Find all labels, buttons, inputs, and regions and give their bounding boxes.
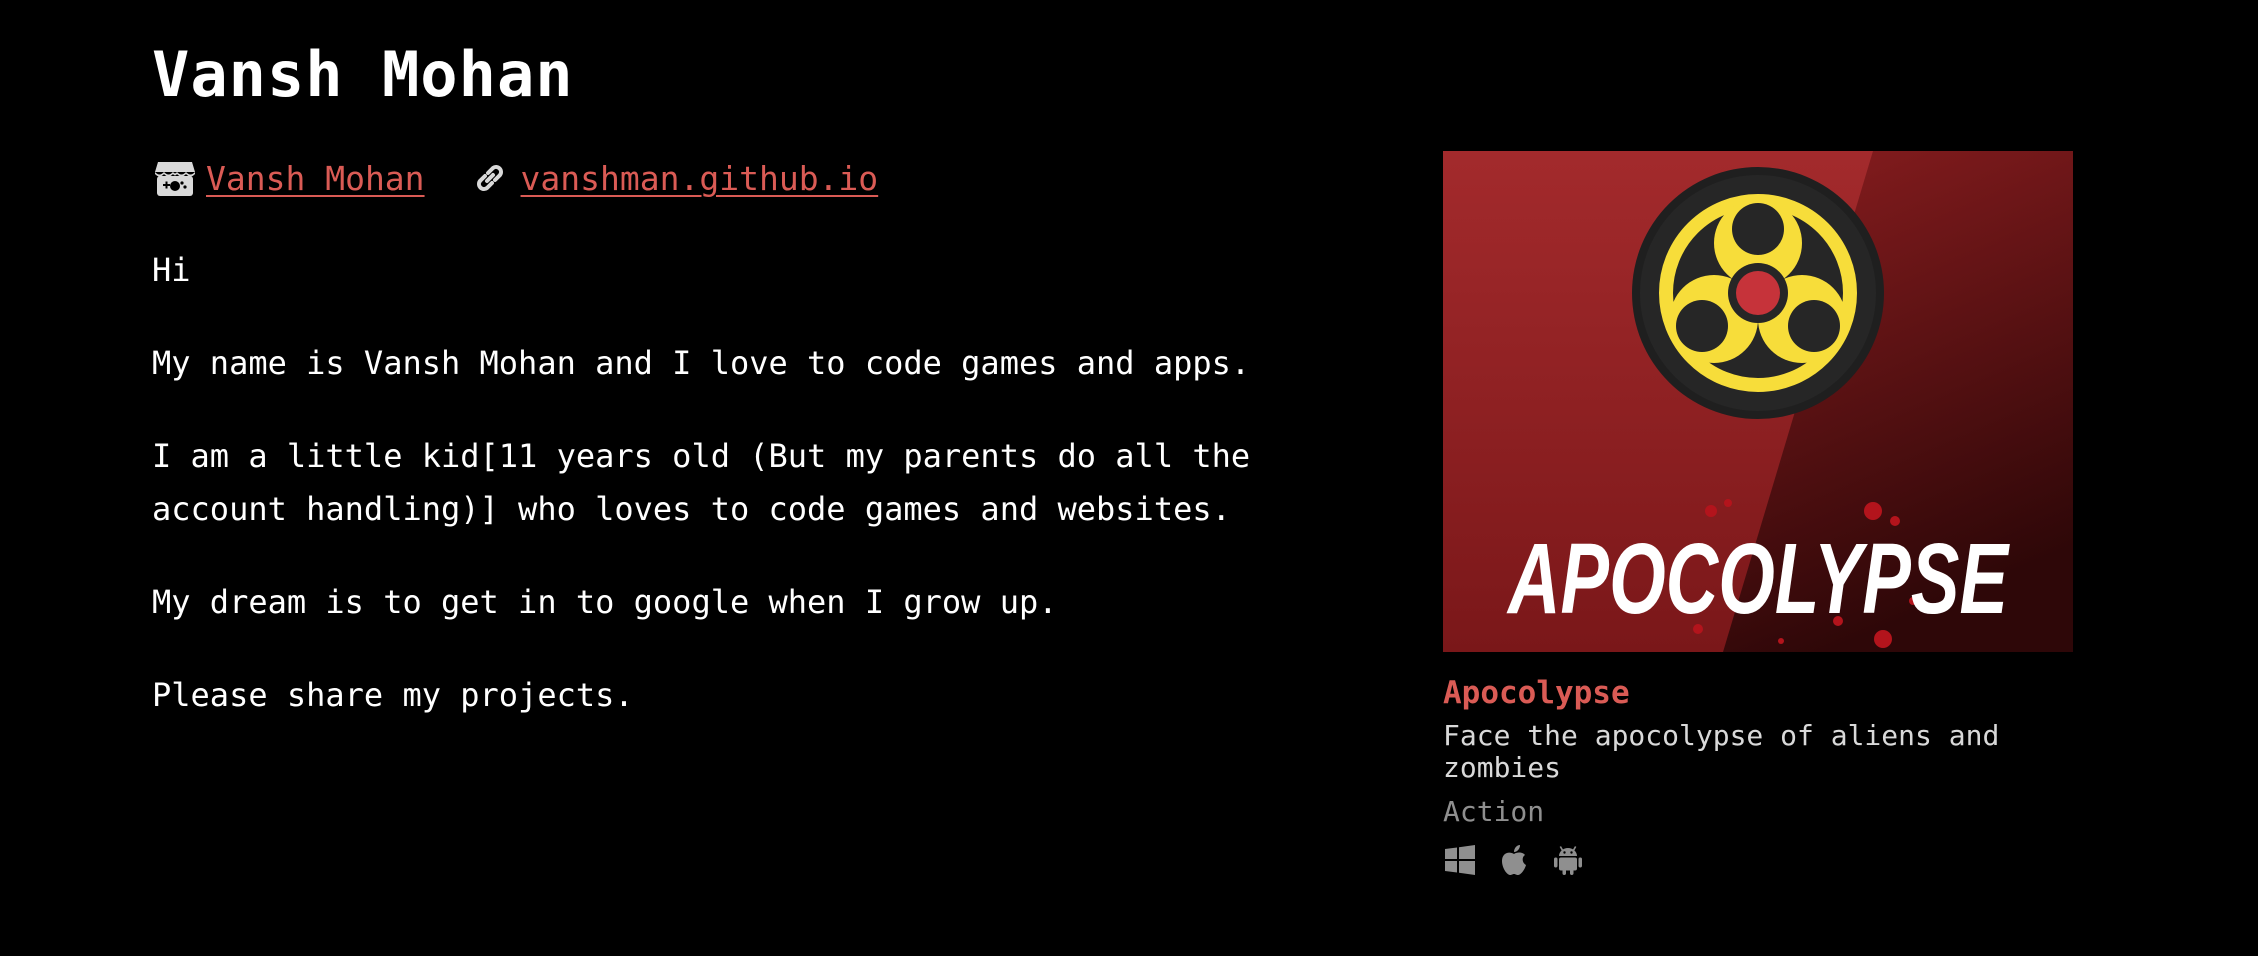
platform-list	[1443, 840, 2073, 880]
game-thumbnail[interactable]: APOCOLYPSE	[1443, 151, 2073, 652]
apple-icon	[1497, 843, 1531, 877]
windows-icon	[1443, 843, 1477, 877]
game-genre: Action	[1443, 795, 1545, 828]
link-icon	[467, 155, 513, 201]
thumbnail-title-text: APOCOLYPSE	[1506, 523, 2011, 635]
website-link[interactable]: vanshman.github.io	[521, 159, 879, 198]
bio-paragraph: Please share my projects.	[152, 676, 634, 714]
profile-bio: Hi My name is Vansh Mohan and I love to …	[152, 244, 1312, 762]
itch-profile-link-group: Vansh Mohan	[152, 155, 425, 201]
page-title: Vansh Mohan	[152, 38, 574, 111]
profile-links: Vansh Mohan vanshman.github.io	[152, 150, 878, 206]
website-link-group: vanshman.github.io	[467, 155, 879, 201]
game-title-link[interactable]: Apocolypse	[1443, 674, 2073, 712]
game-description: Face the apocolypse of aliens and zombie…	[1443, 719, 2000, 784]
android-icon	[1551, 843, 1585, 877]
bio-paragraph: My name is Vansh Mohan and I love to cod…	[152, 344, 1251, 382]
bio-paragraph: I am a little kid[11 years old (But my p…	[152, 437, 1251, 528]
bio-paragraph: Hi	[152, 251, 191, 289]
game-card: APOCOLYPSE Apocolypse Face the apocolyps…	[1443, 151, 2073, 880]
itch-io-icon	[152, 155, 198, 201]
bio-paragraph: My dream is to get in to google when I g…	[152, 583, 1058, 621]
itch-profile-link[interactable]: Vansh Mohan	[206, 159, 425, 198]
